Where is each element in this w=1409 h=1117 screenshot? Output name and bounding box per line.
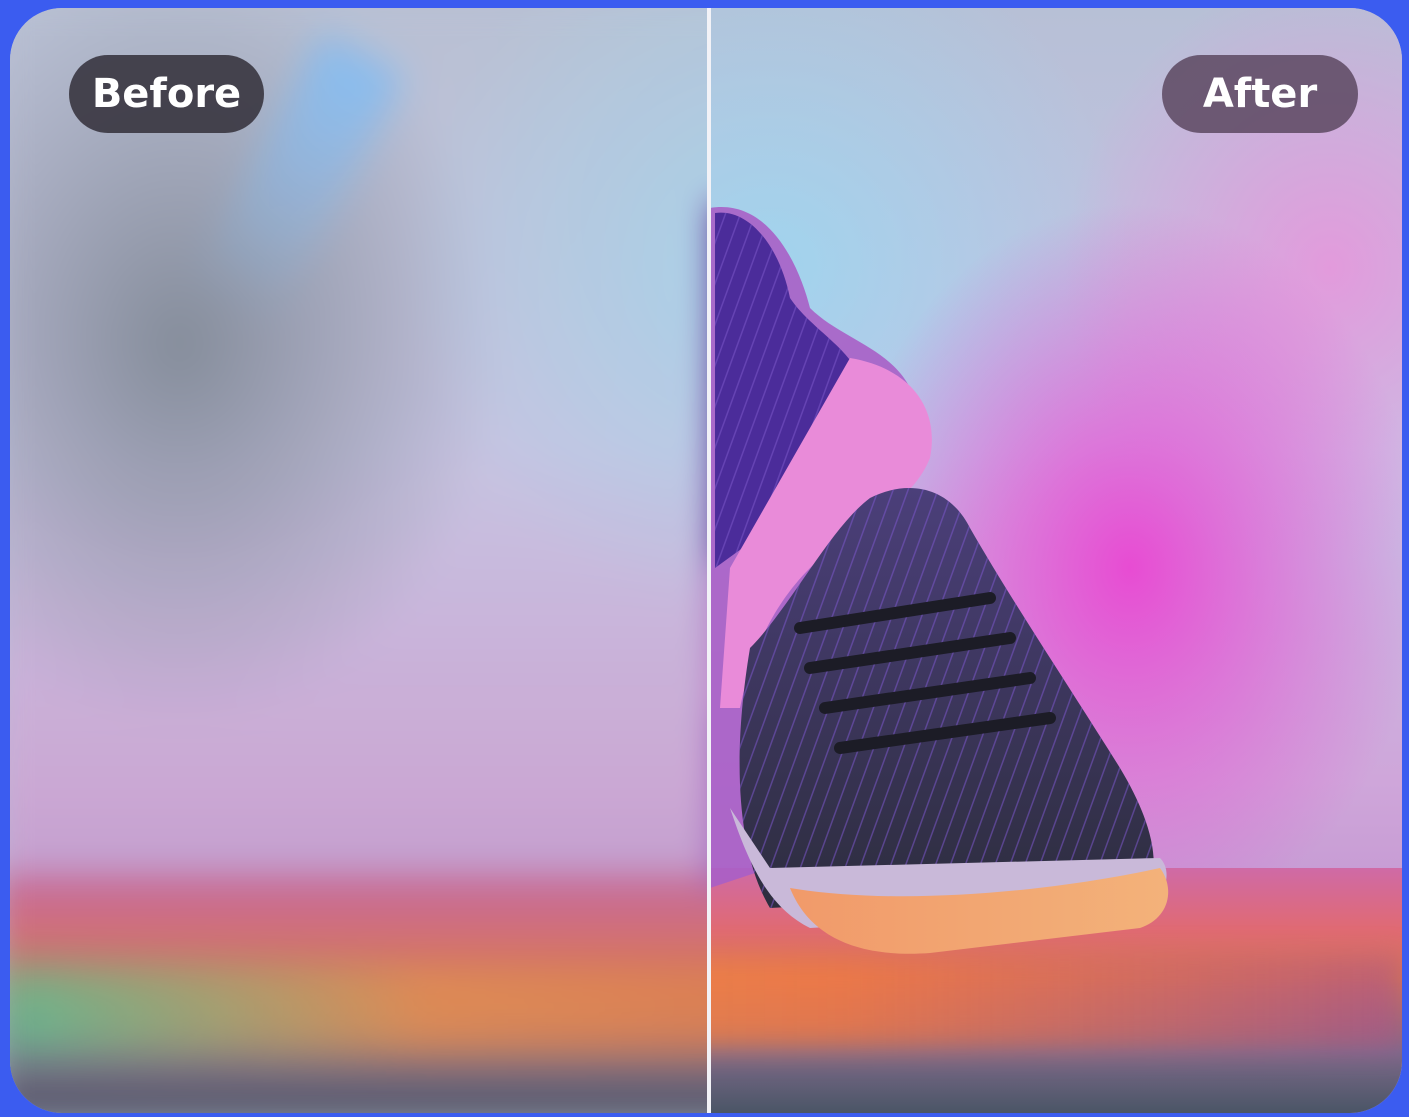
after-photo [709,8,1402,1113]
comparison-divider-handle[interactable] [707,8,711,1113]
before-photo [10,8,709,1113]
sneaker-image [10,8,709,1113]
after-badge: After [1162,55,1358,133]
before-image-panel [10,8,709,1113]
before-after-comparison: Before After [10,8,1402,1113]
before-badge: Before [69,55,264,133]
after-image-panel [709,8,1402,1113]
sneaker-image [710,207,1169,954]
